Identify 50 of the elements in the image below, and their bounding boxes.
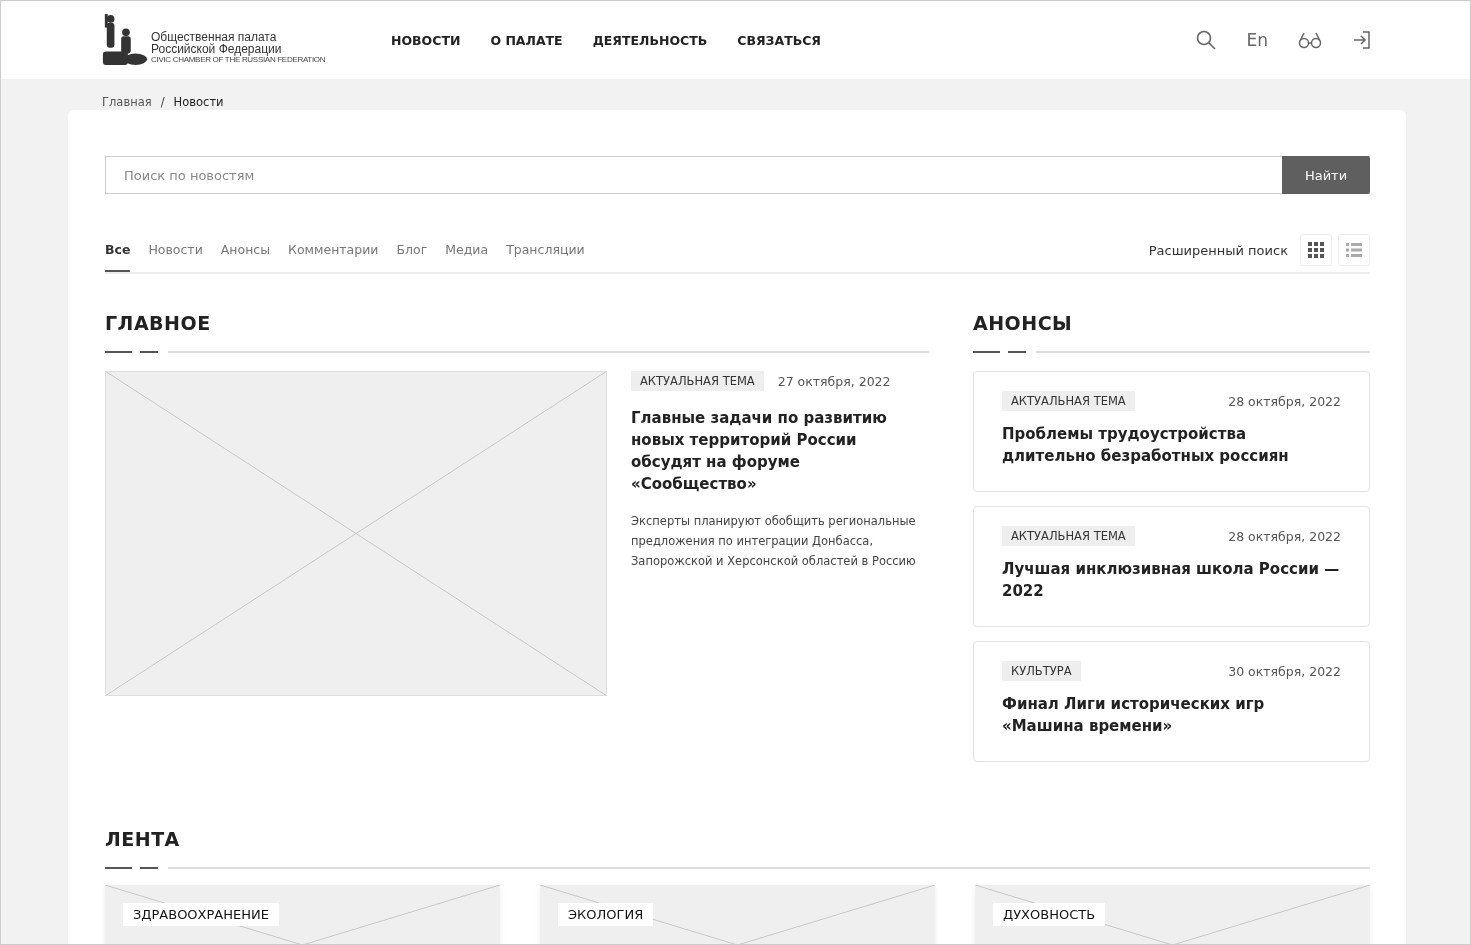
find-button[interactable]: Найти xyxy=(1282,156,1370,194)
announcement-card[interactable]: КУЛЬТУРА 30 октября, 2022 Финал Лиги исторических игр «Машина времени» xyxy=(973,641,1370,762)
article-summary: Эксперты планируют обобщить региональные предложения по интеграции Донбасса, Запорожской и Херсонской областей в Россию xyxy=(631,513,917,570)
language-link[interactable]: En xyxy=(1246,30,1268,50)
grid-icon xyxy=(1308,242,1324,258)
section-title: ГЛАВНОЕ xyxy=(105,312,212,334)
announcement-date: 28 октября, 2022 xyxy=(1228,528,1341,544)
announcement-date: 30 октября, 2022 xyxy=(1228,663,1341,679)
grid-view-button[interactable] xyxy=(1300,234,1332,266)
topic-tag[interactable]: КУЛЬТУРА xyxy=(1002,661,1081,681)
announcement-headline[interactable]: Финал Лиги исторических игр «Машина времени» xyxy=(1002,693,1341,737)
logo-title: Российской Федерации xyxy=(151,43,283,55)
filter-tab[interactable]: Трансляции xyxy=(506,228,585,272)
breadcrumb-separator: / xyxy=(160,95,165,110)
category-tag[interactable]: ЭКОЛОГИЯ xyxy=(558,903,654,926)
topic-tag[interactable]: АКТУАЛЬНАЯ ТЕМА xyxy=(1002,526,1135,546)
filter-tab[interactable]: Анонсы xyxy=(220,228,271,272)
nav-link[interactable]: СВЯЗАТЬСЯ xyxy=(737,32,821,48)
nav-link[interactable]: ДЕЯТЕЛЬНОСТЬ xyxy=(592,32,708,48)
advanced-search-link[interactable]: Расширенный поиск xyxy=(1148,242,1288,258)
topic-tag[interactable]: АКТУАЛЬНАЯ ТЕМА xyxy=(631,371,764,391)
nav-link[interactable]: О ПАЛАТЕ xyxy=(490,32,563,48)
search-icon[interactable] xyxy=(1196,30,1217,50)
announcement-card[interactable]: АКТУАЛЬНАЯ ТЕМА 28 октября, 2022 Проблемы трудоустройства длительно безработных россиян xyxy=(973,371,1370,492)
announcement-card[interactable]: АКТУАЛЬНАЯ ТЕМА 28 октября, 2022 Лучшая инклюзивная школа России — 2022 xyxy=(973,506,1370,627)
filter-tab[interactable]: Блог xyxy=(396,228,428,272)
article-date: 27 октября, 2022 xyxy=(777,373,891,389)
nav-link[interactable]: НОВОСТИ xyxy=(391,32,461,48)
monument-logo-icon[interactable] xyxy=(101,13,149,67)
filter-tab[interactable]: Комментарии xyxy=(288,228,379,272)
announcement-date: 28 октября, 2022 xyxy=(1228,393,1341,409)
login-icon[interactable] xyxy=(1352,30,1372,50)
topic-tag[interactable]: АКТУАЛЬНАЯ ТЕМА xyxy=(1002,391,1135,411)
logo-title: Общественная палата xyxy=(151,31,277,43)
announcement-headline[interactable]: Проблемы трудоустройства длительно безработных россиян xyxy=(1002,423,1341,467)
search-field[interactable]: Поиск по новостям xyxy=(105,156,1282,194)
article-headline[interactable]: Главные задачи по развитию новых территорий России обсудят на форуме «Сообщество» xyxy=(631,407,929,495)
breadcrumb-link[interactable]: Главная xyxy=(102,95,152,110)
filter-tab[interactable]: Новости xyxy=(148,228,203,272)
filter-tab[interactable]: Все xyxy=(105,228,131,272)
section-title: ЛЕНТА xyxy=(105,828,181,850)
glasses-icon[interactable] xyxy=(1298,31,1322,49)
breadcrumb-link[interactable]: Новости xyxy=(173,95,224,110)
filter-tab[interactable]: Медиа xyxy=(445,228,489,272)
category-tag[interactable]: ДУХОВНОСТЬ xyxy=(993,903,1106,926)
logo-subtitle: CIVIC CHAMBER OF THE RUSSIAN FEDERATION xyxy=(151,55,326,65)
announcement-headline[interactable]: Лучшая инклюзивная школа России — 2022 xyxy=(1002,558,1341,602)
section-title: АНОНСЫ xyxy=(973,312,1074,334)
list-icon xyxy=(1346,243,1362,257)
category-tag[interactable]: ЗДРАВООХРАНЕНИЕ xyxy=(123,903,279,926)
